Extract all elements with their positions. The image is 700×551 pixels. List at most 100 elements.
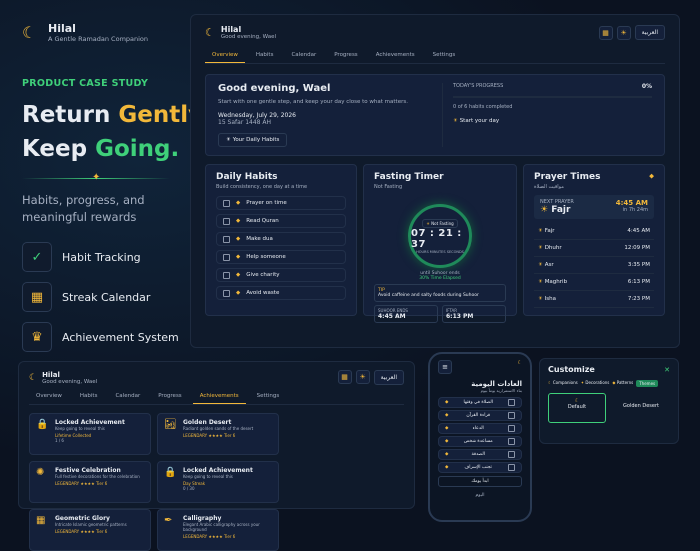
achievement-tier: LEGENDARY ★★★★ Tier 6	[55, 529, 108, 534]
sun-icon: ☀	[426, 220, 430, 226]
achievement-card[interactable]: 🏜 Golden Desert Radiant golden sands of th…	[157, 413, 279, 455]
tab-companions[interactable]: ☾ Companions	[548, 380, 578, 387]
app-name: Hilal	[220, 25, 242, 34]
achievement-tier: LEGENDARY ★★★★ Tier 6	[183, 534, 236, 539]
close-icon[interactable]: ✕	[664, 366, 670, 374]
habit-icon: ◆	[445, 413, 449, 418]
achievement-name: Locked Achievement	[183, 467, 253, 474]
checkbox[interactable]	[223, 235, 230, 243]
habit-icon: ◆	[236, 218, 241, 224]
crescent-moon-icon: ☾	[205, 26, 215, 39]
daily-habits-button[interactable]: ☀ Your Daily Habits	[218, 133, 288, 147]
phone-mockup: ≡ ☾ العادات اليومية بناء الاستمرارية يوما…	[428, 352, 532, 522]
achievement-card[interactable]: ▦ Geometric Glory Intricate Islamic geomet…	[29, 509, 151, 551]
tab-overview[interactable]: Overview	[205, 48, 245, 63]
achievement-card[interactable]: 🔒 Locked Achievement Keep going to reveal …	[29, 413, 151, 455]
phone-habit-label: قراءة القرآن	[466, 413, 491, 418]
sun-icon[interactable]: ☀	[355, 370, 370, 384]
phone-habit-item[interactable]: ◆ الصلاة في وقتها	[438, 397, 522, 408]
prayer-row: ☀ Fajr 4:45 AM	[534, 223, 654, 240]
habit-item[interactable]: ◆ Read Quran	[216, 214, 346, 228]
iftar-time: 6:13 PM	[446, 313, 474, 320]
app-name: Hilal	[42, 370, 60, 379]
start-day-button[interactable]: ابدأ يومك	[438, 476, 522, 487]
tab-patterns[interactable]: ◆ Patterns	[612, 380, 633, 387]
prayer-times-panel: Prayer Times ⬥ مواقيت الصلاة NEXT PRAYER ☀…	[523, 164, 665, 316]
tab-label: Decorations	[585, 380, 610, 385]
habit-item[interactable]: ◆ Give charity	[216, 268, 346, 282]
phone-habit-item[interactable]: ◆ مساعدة شخص	[438, 436, 522, 447]
tab-achievements[interactable]: Achievements	[369, 48, 422, 63]
location-pin-icon[interactable]: ⬥	[649, 172, 654, 182]
achievement-name: Golden Desert	[183, 419, 232, 426]
habit-item[interactable]: ◆ Help someone	[216, 250, 346, 264]
habit-icon: ◆	[236, 272, 241, 278]
checkbox[interactable]	[507, 412, 515, 419]
theme-default[interactable]: ☾ Default	[548, 393, 607, 423]
grid-icon[interactable]: ▦	[337, 370, 352, 384]
panel-subtitle: Build consistency, one day at a time	[216, 184, 308, 190]
sun-icon: ☀	[538, 296, 545, 302]
tab-calendar[interactable]: Calendar	[108, 389, 147, 404]
timer-ring: ☀ Not Fasting 07 : 21 : 37 HOURS MINUTES…	[408, 204, 472, 268]
achievement-card[interactable]: ✺ Festive Celebration Full festive decorat…	[29, 461, 151, 503]
feature-label: Achievement System	[62, 330, 179, 344]
next-prayer-card: NEXT PRAYER ☀ Fajr 4:45 AM in 7h 24m	[534, 195, 654, 219]
tab-overview[interactable]: Overview	[29, 389, 69, 404]
theme-golden-desert[interactable]: Golden Desert	[612, 393, 670, 423]
sun-icon: ☀	[453, 118, 458, 124]
start-day-label: Start your day	[459, 118, 500, 124]
tab-decorations[interactable]: ✦ Decorations	[581, 380, 610, 387]
tab-settings[interactable]: Settings	[426, 48, 463, 63]
language-button[interactable]: العربية	[373, 370, 404, 385]
theme-label: Default	[567, 404, 587, 410]
grid-icon[interactable]: ▦	[598, 25, 613, 40]
tab-achievements[interactable]: Achievements	[192, 389, 246, 404]
checkbox[interactable]	[508, 425, 515, 432]
phone-habit-item[interactable]: ◆ قراءة القرآن	[438, 410, 522, 421]
checkbox[interactable]	[507, 451, 515, 458]
phone-habit-item[interactable]: ◆ الصدقة	[438, 449, 522, 460]
tab-progress[interactable]: Progress	[151, 389, 188, 404]
sun-icon[interactable]: ☀	[616, 25, 631, 40]
checkbox[interactable]	[223, 253, 230, 261]
achievement-card[interactable]: 🔒 Locked Achievement Keep going to reveal …	[157, 461, 279, 503]
greeting-card: Good evening, Wael Start with one gentle…	[205, 74, 665, 156]
checkbox[interactable]	[507, 438, 515, 445]
checkbox[interactable]	[507, 464, 515, 471]
feature-habit-tracking: ✓ Habit Tracking	[22, 242, 141, 272]
hijri-date: 15 Safar 1448 AH	[218, 119, 271, 126]
checkbox[interactable]	[223, 217, 230, 225]
tab-settings[interactable]: Settings	[250, 389, 287, 404]
customize-title: Customize	[548, 365, 595, 374]
tab-habits[interactable]: Habits	[73, 389, 105, 404]
checkbox[interactable]	[223, 289, 230, 297]
achievement-icon: ▦	[36, 515, 46, 526]
tab-themes[interactable]: Themes	[636, 380, 659, 387]
tab-calendar[interactable]: Calendar	[284, 48, 323, 63]
prayer-name-wrap: ☀ Fajr	[538, 228, 555, 234]
habit-item[interactable]: ◆ Make dua	[216, 232, 346, 246]
achievement-card[interactable]: ✒ Calligraphy Elegant Arabic calligraphy a…	[157, 509, 279, 551]
customize-panel: Customize ✕ ☾ Companions ✦ Decorations ◆ …	[539, 358, 679, 444]
achievement-desc: Full festive decorations for the celebra…	[55, 474, 140, 479]
habit-item[interactable]: ◆ Prayer on time	[216, 196, 346, 210]
checkbox[interactable]	[223, 271, 230, 279]
checkbox[interactable]	[223, 199, 230, 207]
sparkle-icon: ✦	[580, 380, 585, 385]
panel-title: Daily Habits	[216, 172, 278, 182]
achievement-desc: Elegant Arabic calligraphy across your b…	[183, 522, 260, 532]
phone-habit-item[interactable]: ◆ تجنب الإسراف	[438, 462, 522, 473]
menu-icon[interactable]: ≡	[438, 360, 452, 374]
start-day-button[interactable]: ☀ Start your day	[453, 118, 652, 124]
phone-habit-item[interactable]: ◆ الدعاء	[438, 423, 522, 434]
brand: ☾ Hilal A Gentle Ramadan Companion	[22, 22, 148, 43]
tab-progress[interactable]: Progress	[327, 48, 364, 63]
habit-item[interactable]: ◆ Avoid waste	[216, 286, 346, 300]
checkbox[interactable]	[508, 399, 515, 406]
tab-habits[interactable]: Habits	[249, 48, 281, 63]
prayer-time: 7:23 PM	[627, 296, 650, 302]
achievement-tier: LEGENDARY ★★★★ Tier 6	[55, 481, 108, 486]
app-window: ☾ Hilal Good evening, Wael ▦ ☀ العربية Overv…	[190, 14, 680, 348]
language-button[interactable]: العربية	[634, 25, 665, 40]
